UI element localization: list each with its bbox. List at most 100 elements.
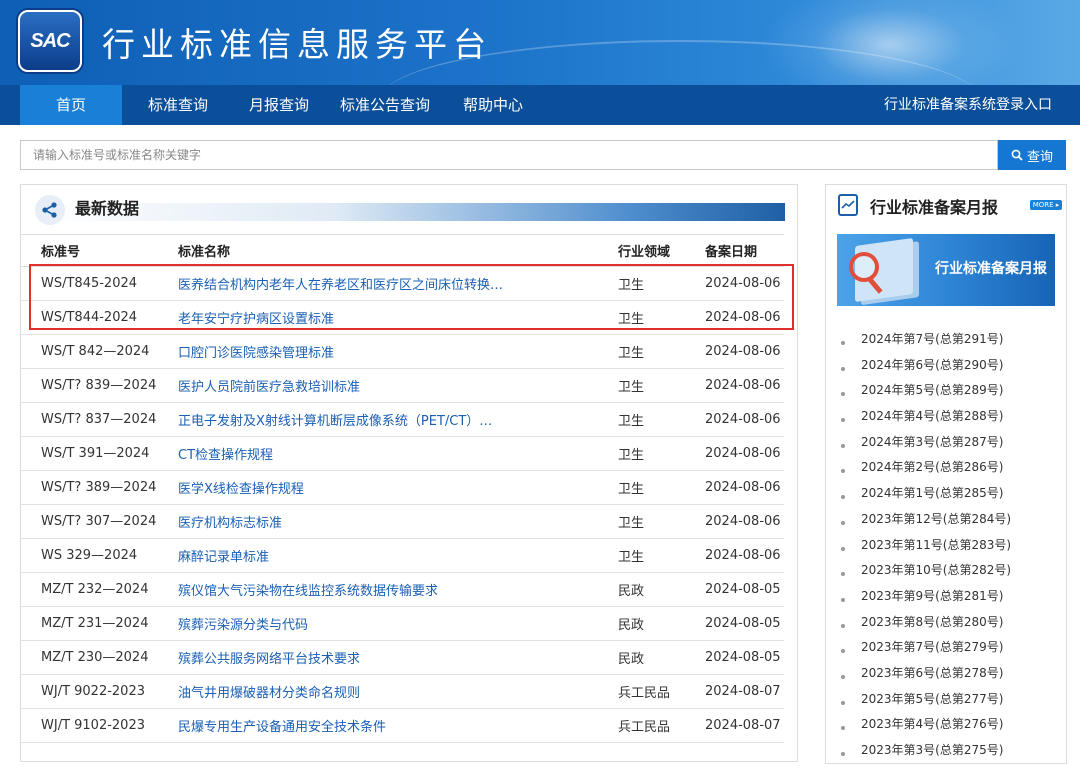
- sac-logo[interactable]: SAC: [18, 10, 82, 72]
- table-row: WS/T? 389—2024 医学X线检查操作规程 卫生 2024-08-06: [20, 470, 784, 505]
- industry-field: 兵工民品: [597, 674, 684, 709]
- standard-name-link[interactable]: CT检查操作规程: [157, 436, 597, 471]
- monthly-report-item[interactable]: 2023年第6号(总第278号): [839, 665, 1059, 691]
- industry-field: 卫生: [597, 470, 684, 505]
- column-header-date: 备案日期: [684, 234, 784, 267]
- industry-field: 卫生: [597, 300, 684, 335]
- monthly-report-item[interactable]: 2024年第3号(总第287号): [839, 434, 1059, 460]
- standard-code: WS/T? 839—2024: [20, 368, 157, 403]
- standard-name-link[interactable]: 医学X线检查操作规程: [157, 470, 597, 505]
- filing-system-login-link[interactable]: 行业标准备案系统登录入口: [884, 85, 1052, 125]
- nav-item-home[interactable]: 首页: [20, 85, 122, 125]
- standard-name-link[interactable]: 殡葬污染源分类与代码: [157, 606, 597, 641]
- filing-date: 2024-08-06: [684, 266, 784, 301]
- filing-date: 2024-08-07: [684, 708, 784, 743]
- monthly-report-item[interactable]: 2023年第12号(总第284号): [839, 511, 1059, 537]
- monthly-report-banner[interactable]: 行业标准备案月报: [837, 234, 1055, 306]
- filing-date: 2024-08-05: [684, 572, 784, 607]
- standard-code: WS 329—2024: [20, 538, 157, 573]
- standard-code: WS/T 391—2024: [20, 436, 157, 471]
- table-row: WS 329—2024 麻醉记录单标准 卫生 2024-08-06: [20, 538, 784, 573]
- monthly-report-item[interactable]: 2023年第10号(总第282号): [839, 562, 1059, 588]
- search-button[interactable]: 查询: [998, 140, 1066, 170]
- standard-name-link[interactable]: 医护人员院前医疗急救培训标准: [157, 368, 597, 403]
- monthly-report-item[interactable]: 2023年第9号(总第281号): [839, 588, 1059, 614]
- search-input[interactable]: 请输入标准号或标准名称关键字: [20, 140, 998, 170]
- monthly-report-item[interactable]: 2023年第4号(总第276号): [839, 716, 1059, 742]
- standard-name-link[interactable]: 油气井用爆破器材分类命名规则: [157, 674, 597, 709]
- share-icon: [35, 195, 65, 225]
- monthly-report-item[interactable]: 2023年第5号(总第277号): [839, 691, 1059, 717]
- monthly-report-item[interactable]: 2024年第7号(总第291号): [839, 331, 1059, 357]
- nav-item-help-center[interactable]: 帮助中心: [446, 85, 540, 125]
- magnifier-icon: [849, 252, 879, 282]
- monthly-report-item[interactable]: 2023年第11号(总第283号): [839, 537, 1059, 563]
- latest-data-header: 最新数据: [35, 193, 785, 225]
- standard-name-link[interactable]: 医养结合机构内老年人在养老区和医疗区之间床位转换…: [157, 266, 597, 301]
- monthly-report-item[interactable]: 2024年第1号(总第285号): [839, 485, 1059, 511]
- table-row: WJ/T 9102-2023 民爆专用生产设备通用安全技术条件 兵工民品 2024-0…: [20, 708, 784, 743]
- monthly-report-list: 2024年第7号(总第291号) 2024年第6号(总第290号) 2024年第5号…: [839, 331, 1059, 768]
- filing-date: 2024-08-06: [684, 504, 784, 539]
- table-row: WS/T844-2024 老年安宁疗护病区设置标准 卫生 2024-08-06: [20, 300, 784, 335]
- column-header-code: 标准号: [20, 234, 157, 267]
- standard-name-link[interactable]: 老年安宁疗护病区设置标准: [157, 300, 597, 335]
- standard-name-link[interactable]: 民爆专用生产设备通用安全技术条件: [157, 708, 597, 743]
- monthly-report-item[interactable]: 2023年第3号(总第275号): [839, 742, 1059, 768]
- standard-code: WS/T844-2024: [20, 300, 157, 335]
- standard-code: WJ/T 9022-2023: [20, 674, 157, 709]
- standard-name-link[interactable]: 医疗机构标志标准: [157, 504, 597, 539]
- standard-name-link[interactable]: 殡葬公共服务网络平台技术要求: [157, 640, 597, 675]
- search-icon: [1011, 149, 1023, 161]
- monthly-report-item[interactable]: 2024年第6号(总第290号): [839, 357, 1059, 383]
- filing-date: 2024-08-06: [684, 300, 784, 335]
- table-row: WS/T? 837—2024 正电子发射及X射线计算机断层成像系统（PET/CT）…: [20, 402, 784, 437]
- monthly-report-banner-label: 行业标准备案月报: [935, 261, 1047, 277]
- main-nav: 首页 标准查询 月报查询 标准公告查询 帮助中心 行业标准备案系统登录入口: [0, 85, 1080, 125]
- standard-code: WS/T? 837—2024: [20, 402, 157, 437]
- industry-field: 卫生: [597, 368, 684, 403]
- nav-item-standard-query[interactable]: 标准查询: [122, 85, 234, 125]
- table-row: WJ/T 9022-2023 油气井用爆破器材分类命名规则 兵工民品 2024-08-…: [20, 674, 784, 709]
- monthly-report-panel: 行业标准备案月报 MORE ▸ 行业标准备案月报 2024年第7号(总第291号…: [825, 184, 1067, 764]
- header-gradient-bar: [35, 203, 785, 221]
- standard-name-link[interactable]: 正电子发射及X射线计算机断层成像系统（PET/CT）…: [157, 402, 597, 437]
- industry-field: 卫生: [597, 402, 684, 437]
- standard-code: WS/T? 307—2024: [20, 504, 157, 539]
- column-header-name: 标准名称: [157, 234, 597, 267]
- monthly-report-item[interactable]: 2023年第8号(总第280号): [839, 614, 1059, 640]
- filing-date: 2024-08-06: [684, 334, 784, 369]
- industry-field: 卫生: [597, 504, 684, 539]
- table-row: MZ/T 230—2024 殡葬公共服务网络平台技术要求 民政 2024-08-05: [20, 640, 784, 675]
- more-link[interactable]: MORE ▸: [1030, 200, 1062, 210]
- industry-field: 兵工民品: [597, 708, 684, 743]
- nav-item-monthly-query[interactable]: 月报查询: [234, 85, 324, 125]
- standard-name-link[interactable]: 麻醉记录单标准: [157, 538, 597, 573]
- table-row: WS/T 842—2024 口腔门诊医院感染管理标准 卫生 2024-08-06: [20, 334, 784, 369]
- chart-doc-icon: [838, 194, 858, 216]
- monthly-report-item[interactable]: 2024年第5号(总第289号): [839, 382, 1059, 408]
- search-button-label: 查询: [1026, 149, 1053, 165]
- monthly-report-title: 行业标准备案月报: [870, 198, 999, 217]
- filing-date: 2024-08-06: [684, 538, 784, 573]
- nav-item-announcement-query[interactable]: 标准公告查询: [324, 85, 446, 125]
- monthly-report-item[interactable]: 2023年第7号(总第279号): [839, 639, 1059, 665]
- standard-code: MZ/T 230—2024: [20, 640, 157, 675]
- industry-field: 卫生: [597, 334, 684, 369]
- standard-name-link[interactable]: 殡仪馆大气污染物在线监控系统数据传输要求: [157, 572, 597, 607]
- table-row: WS/T845-2024 医养结合机构内老年人在养老区和医疗区之间床位转换… 卫生 2…: [20, 266, 784, 301]
- standard-name-link[interactable]: 口腔门诊医院感染管理标准: [157, 334, 597, 369]
- monthly-report-item[interactable]: 2024年第4号(总第288号): [839, 408, 1059, 434]
- standard-code: WS/T? 389—2024: [20, 470, 157, 505]
- site-title: 行业标准信息服务平台: [102, 25, 492, 64]
- table-row: WS/T 391—2024 CT检查操作规程 卫生 2024-08-06: [20, 436, 784, 471]
- column-header-field: 行业领域: [597, 234, 684, 267]
- filing-date: 2024-08-06: [684, 470, 784, 505]
- monthly-report-item[interactable]: 2024年第2号(总第286号): [839, 459, 1059, 485]
- filing-date: 2024-08-06: [684, 368, 784, 403]
- standard-code: MZ/T 232—2024: [20, 572, 157, 607]
- industry-field: 民政: [597, 606, 684, 641]
- table-row: WS/T? 839—2024 医护人员院前医疗急救培训标准 卫生 2024-08-06: [20, 368, 784, 403]
- header-banner: SAC 行业标准信息服务平台: [0, 0, 1080, 85]
- standard-code: WJ/T 9102-2023: [20, 708, 157, 743]
